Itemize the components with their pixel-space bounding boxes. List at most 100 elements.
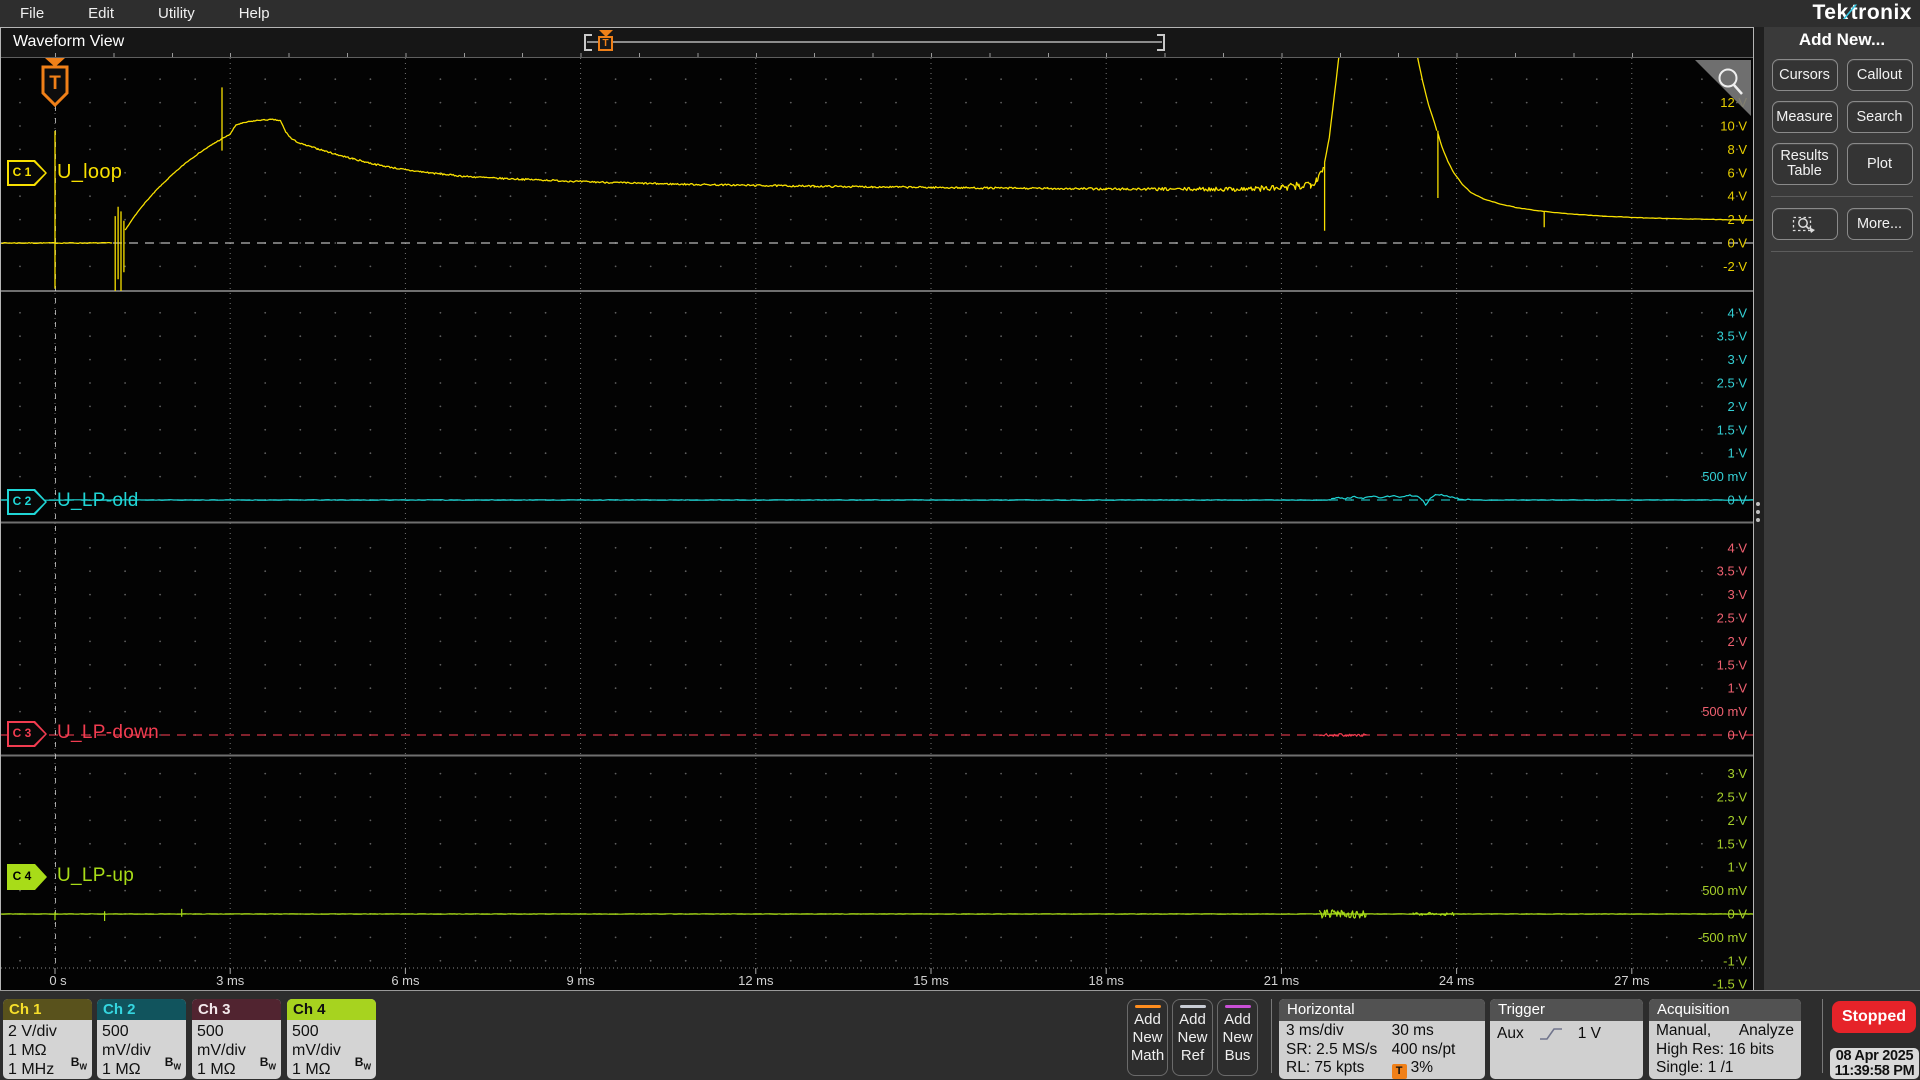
sidebar-button-results-table[interactable]: Results Table <box>1771 143 1838 185</box>
trigger-t-icon: T <box>598 36 613 51</box>
sidebar-button-more[interactable]: More... <box>1846 208 1913 240</box>
channel-tag-label: C 1 <box>12 165 32 179</box>
trigger-level: 1 V <box>1577 1025 1601 1042</box>
trigger-flag[interactable]: T <box>41 58 69 108</box>
channel-tag-label: C 4 <box>12 869 32 883</box>
zoom-select-icon <box>1792 216 1815 233</box>
slider-trigger-marker[interactable]: T <box>598 30 613 51</box>
sidebar-button-callout[interactable]: Callout <box>1846 59 1913 91</box>
trigger-panel[interactable]: Trigger Aux 1 V <box>1490 999 1643 1079</box>
svg-text:0 V: 0 V <box>1727 728 1747 743</box>
channel-name-label-ch4: U_LP-up <box>57 865 135 886</box>
bus-color-chip <box>1225 1005 1251 1008</box>
sidebar: Add New... Cursors Callout Measure Search Re… <box>1764 27 1920 990</box>
math-color-chip <box>1135 1005 1161 1008</box>
channel-badge-ch1[interactable]: Ch 12 V/div 1 MΩ 1 MHz BW <box>3 999 92 1079</box>
sidebar-button-zoom-select[interactable] <box>1771 208 1838 240</box>
svg-text:500 mV: 500 mV <box>1702 704 1747 719</box>
waveform-svg: 12 V10 V8 V6 V4 V2 V0 V-2 V4 V3.5 V3 V2.… <box>1 58 1753 991</box>
slice-separator[interactable] <box>1 754 1753 757</box>
channel-tag-ch3[interactable]: C 3 <box>7 721 47 747</box>
svg-text:3 V: 3 V <box>1727 587 1747 602</box>
trigger-position: T 3% <box>1391 1059 1478 1079</box>
time-axis: 0 s 3 ms 6 ms 9 ms 12 ms 15 ms 18 ms 21 ms 24 ms… <box>49 973 1650 988</box>
channel-tag-ch2[interactable]: C 2 <box>7 489 47 515</box>
waveform-view-title: Waveform View <box>13 33 125 50</box>
svg-text:3 V: 3 V <box>1727 766 1747 781</box>
svg-text:6 V: 6 V <box>1727 165 1747 180</box>
svg-text:15 ms: 15 ms <box>913 973 949 988</box>
bandwidth-limit-icon: BW <box>70 1054 87 1071</box>
add-new-bus-button[interactable]: Add New Bus <box>1217 999 1258 1076</box>
volt-axis-ch1: 12 V10 V8 V6 V4 V2 V0 V-2 V <box>1720 95 1747 274</box>
add-new-ref-button[interactable]: Add New Ref <box>1172 999 1213 1076</box>
run-stop-button[interactable]: Stopped <box>1832 1001 1916 1033</box>
sidebar-button-measure[interactable]: Measure <box>1771 101 1838 133</box>
svg-text:2.5 V: 2.5 V <box>1717 611 1748 626</box>
channel-tag-label: C 2 <box>12 494 32 508</box>
svg-text:0 V: 0 V <box>1727 236 1747 251</box>
menu-bar: File Edit Utility Help Tek∕tronix <box>0 0 1920 27</box>
horizontal-window: 30 ms <box>1391 1022 1434 1039</box>
svg-text:1 V: 1 V <box>1727 681 1747 696</box>
rising-edge-icon <box>1539 1028 1562 1041</box>
svg-text:4 V: 4 V <box>1727 305 1747 320</box>
menu-help[interactable]: Help <box>217 5 292 22</box>
svg-text:9 ms: 9 ms <box>567 973 596 988</box>
datetime-display: 08 Apr 2025 11:39:58 PM <box>1830 1048 1919 1079</box>
sidebar-button-search[interactable]: Search <box>1846 101 1913 133</box>
horizontal-position-slider[interactable]: T <box>584 30 1165 51</box>
svg-text:3 V: 3 V <box>1727 352 1747 367</box>
svg-text:2.5 V: 2.5 V <box>1717 376 1748 391</box>
svg-text:12 ms: 12 ms <box>738 973 774 988</box>
waveform-view-header: Waveform View T <box>1 28 1753 58</box>
svg-text:3.5 V: 3.5 V <box>1717 564 1748 579</box>
channel-tag-ch1[interactable]: C 1 <box>7 160 47 186</box>
acquisition-detail: High Res: 16 bits <box>1656 1040 1775 1058</box>
svg-text:500 mV: 500 mV <box>1702 469 1747 484</box>
volt-axis-ch4: 3 V 2.5 V 2 V 1.5 V 1 V 500 mV 0 V -500 mV -1 V -… <box>1698 766 1747 991</box>
svg-text:0 V: 0 V <box>1727 493 1747 508</box>
slice-separator[interactable] <box>1 521 1753 524</box>
channel-scale: 2 V/div <box>8 1023 57 1040</box>
channel-badge-ch2[interactable]: Ch 2500 mV/div1 MΩ1 MHzBW <box>97 999 186 1079</box>
channel-badge-ch4[interactable]: Ch 4500 mV/div1 MΩ1 MHzBW <box>287 999 376 1079</box>
svg-text:3 ms: 3 ms <box>216 973 245 988</box>
volt-axis-ch3: 4 V 3.5 V 3 V 2.5 V 2 V 1.5 V 1 V 500 mV 0 V <box>1702 540 1747 742</box>
menu-utility[interactable]: Utility <box>136 5 217 22</box>
svg-text:-1.5 V: -1.5 V <box>1712 977 1747 991</box>
sidebar-button-cursors[interactable]: Cursors <box>1771 59 1838 91</box>
svg-text:8 V: 8 V <box>1727 142 1747 157</box>
pane-splitter-handle[interactable] <box>1756 502 1760 522</box>
trace-U_LP-down <box>1319 733 1367 737</box>
svg-text:2 V: 2 V <box>1727 634 1747 649</box>
sidebar-divider <box>1771 251 1913 252</box>
date-text: 08 Apr 2025 <box>1835 1047 1914 1064</box>
channel-badge-ch3[interactable]: Ch 3500 mV/div1 MΩ1 MHzBW <box>192 999 281 1079</box>
horizontal-panel[interactable]: Horizontal 3 ms/div 30 ms SR: 2.5 MS/s 400… <box>1279 999 1485 1079</box>
resolution: 400 ns/pt <box>1391 1040 1456 1058</box>
svg-text:4 V: 4 V <box>1727 540 1747 555</box>
channel-tag-ch4[interactable]: C 4 <box>7 864 47 890</box>
time-text: 11:39:58 PM <box>1834 1062 1915 1079</box>
svg-text:1.5 V: 1.5 V <box>1717 422 1748 437</box>
add-new-title: Add New... <box>1798 30 1886 49</box>
acquisition-mode: Manual, <box>1656 1022 1712 1039</box>
divider <box>1822 999 1823 1073</box>
svg-text:6 ms: 6 ms <box>391 973 420 988</box>
trace-U_LP-up <box>1 908 1753 921</box>
acquisition-panel[interactable]: Acquisition Manual, Analyze High Res: 16 … <box>1649 999 1801 1079</box>
menu-edit[interactable]: Edit <box>66 5 136 22</box>
add-new-math-button[interactable]: Add New Math <box>1127 999 1168 1076</box>
ref-color-chip <box>1180 1005 1206 1008</box>
slice-separator[interactable] <box>1 290 1753 292</box>
acquisition-single: Single: 1 /1 <box>1656 1059 1734 1076</box>
waveform-plot-area[interactable]: 12 V 10 V8 V6 V4 V2 V0 V -2 V4 V 3.5 V3 V 2.… <box>1 58 1753 991</box>
svg-text:1.5 V: 1.5 V <box>1717 657 1748 672</box>
menu-file[interactable]: File <box>0 5 66 22</box>
channel-badge-settings: 2 V/div 1 MΩ 1 MHz BW <box>3 1020 92 1079</box>
trigger-source: Aux <box>1497 1025 1524 1042</box>
svg-text:500 mV: 500 mV <box>1702 883 1747 898</box>
sidebar-button-plot[interactable]: Plot <box>1846 143 1913 185</box>
sample-rate: SR: 2.5 MS/s <box>1286 1040 1378 1058</box>
